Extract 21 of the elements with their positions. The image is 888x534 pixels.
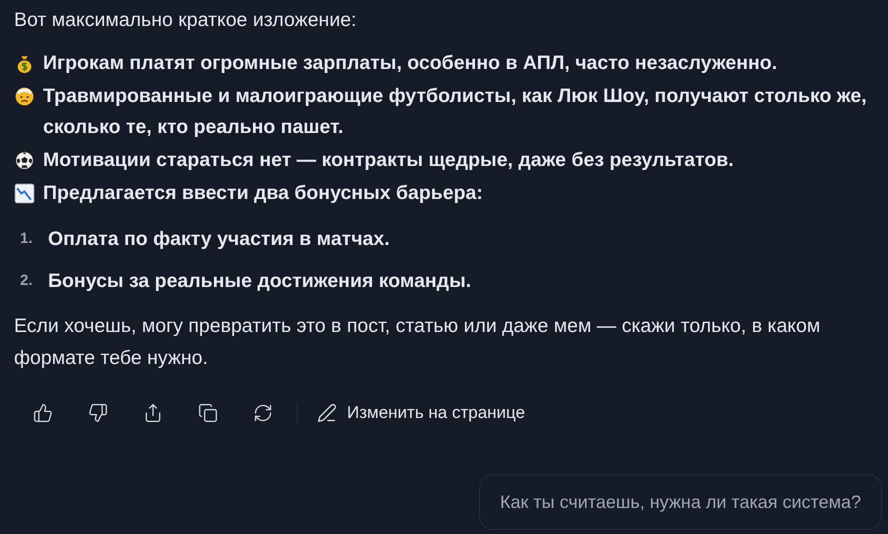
bullet-text: Игрокам платят огромные зарплаты, особенно в АПЛ, часто незаслуженно.	[43, 51, 778, 76]
bullet-text: Мотивации стараться нет — контракты щедрые, даже без результатов.	[43, 148, 734, 173]
pencil-icon	[317, 403, 337, 423]
list-item-text: Бонусы за реальные достижения команды.	[48, 269, 472, 294]
suggestion-chip[interactable]: Как ты считаешь, нужна ли такая система?	[479, 474, 882, 530]
thumbs-up-icon	[33, 403, 53, 423]
list-number: 1.	[20, 229, 34, 250]
intro-text: Вот максимально краткое изложение:	[14, 8, 358, 32]
chart-decreasing-icon	[14, 183, 35, 204]
bandaged-face-icon	[14, 86, 35, 107]
bullet-text: Травмированные и малоиграющие футболисты, как Люк Шоу, получают столько же, сколько те, кто реально пашет.	[43, 84, 868, 140]
soccer-ball-icon	[14, 150, 35, 171]
closing-text: Если хочешь, могу превратить это в пост, статью или даже мем — скажи только, в каком формате тебе нужно.	[14, 314, 822, 371]
bullet-text: Предлагается ввести два бонусных барьера:	[43, 181, 483, 206]
list-number: 2.	[20, 271, 34, 292]
list-item-text: Оплата по факту участия в матчах.	[48, 227, 390, 252]
thumbs-down-icon	[88, 403, 108, 423]
share-icon	[143, 403, 163, 423]
edit-on-page-button[interactable]: Изменить на странице	[311, 396, 532, 430]
copy-icon	[198, 403, 218, 423]
refresh-icon	[253, 403, 273, 423]
